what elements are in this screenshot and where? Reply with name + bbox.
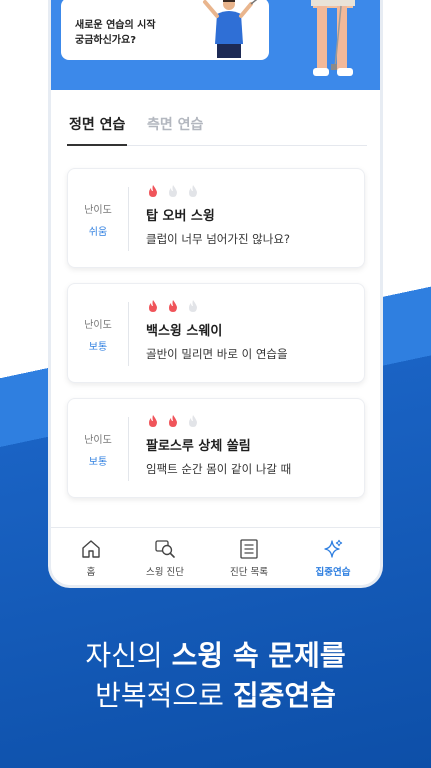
sparkle-icon bbox=[324, 539, 343, 558]
nav-label-diagnosis-list: 진단 목록 bbox=[230, 567, 268, 578]
card-title: 백스윙 스웨이 bbox=[146, 324, 223, 339]
practice-tabs: 정면 연습 측면 연습 bbox=[67, 114, 367, 146]
flame-icon-filled bbox=[149, 300, 157, 312]
card-title: 팔로스루 상체 쏠림 bbox=[146, 439, 251, 454]
slogan-line-1-emphasis: 스윙 속 문제를 bbox=[171, 639, 346, 672]
flame-icon-filled bbox=[169, 415, 177, 427]
nav-item-focused-practice[interactable]: 집중연습 bbox=[293, 538, 373, 578]
hero-banner[interactable]: 새로운 연습의 시작 궁금하신가요? bbox=[51, 0, 380, 90]
nav-item-swing-diagnosis[interactable]: 스윙 진단 bbox=[125, 538, 205, 578]
golfer-illustration-small bbox=[203, 0, 258, 58]
tab-side-practice[interactable]: 측면 연습 bbox=[147, 114, 203, 146]
slogan-line-2-lead: 반복적으로 bbox=[95, 679, 233, 712]
document-list-icon bbox=[240, 539, 258, 559]
slogan-line-1-lead: 자신의 bbox=[85, 639, 172, 672]
slogan-line-1: 자신의 스윙 속 문제를 bbox=[0, 636, 431, 676]
tab-front-practice[interactable]: 정면 연습 bbox=[67, 114, 128, 146]
difficulty-value: 보통 bbox=[88, 457, 108, 468]
flame-icon-filled bbox=[149, 415, 157, 427]
flame-icon-empty bbox=[189, 415, 197, 427]
bottom-navigation: 홈 스윙 진단 진단 목록 집중연습 bbox=[51, 527, 380, 585]
home-icon bbox=[82, 540, 100, 558]
nav-item-home[interactable]: 홈 bbox=[51, 538, 131, 578]
nav-label-focused-practice: 집중연습 bbox=[315, 567, 351, 578]
practice-card-backswing-sway[interactable]: 난이도 보통 백스윙 스웨이 골반이 밀리면 바로 이 연습을 bbox=[67, 283, 365, 383]
flame-icon-filled bbox=[149, 185, 157, 197]
promo-slogan: 자신의 스윙 속 문제를 반복적으로 집중연습 bbox=[0, 636, 431, 716]
difficulty-label: 난이도 bbox=[84, 320, 112, 331]
nav-item-diagnosis-list[interactable]: 진단 목록 bbox=[209, 538, 289, 578]
nav-label-home: 홈 bbox=[86, 567, 96, 578]
difficulty-flames bbox=[146, 298, 206, 312]
slogan-line-2: 반복적으로 집중연습 bbox=[0, 676, 431, 716]
hero-card[interactable]: 새로운 연습의 시작 궁금하신가요? bbox=[61, 0, 269, 60]
phone-frame: 새로운 연습의 시작 궁금하신가요? 정면 연습 측면 연습 난이도 쉬움 탑 … bbox=[48, 0, 383, 588]
card-title: 탑 오버 스윙 bbox=[146, 209, 215, 224]
hero-card-line-2: 궁금하신가요? bbox=[75, 35, 137, 46]
hero-card-text: 새로운 연습의 시작 궁금하신가요? bbox=[75, 18, 156, 48]
golfer-illustration-large bbox=[311, 0, 355, 76]
card-description: 클럽이 너무 넘어가진 않나요? bbox=[146, 232, 291, 246]
flame-icon-empty bbox=[189, 185, 197, 197]
flame-icon-empty bbox=[169, 185, 177, 197]
practice-card-top-over-swing[interactable]: 난이도 쉬움 탑 오버 스윙 클럽이 너무 넘어가진 않나요? bbox=[67, 168, 365, 268]
slogan-line-2-emphasis: 집중연습 bbox=[232, 679, 336, 712]
card-description: 임팩트 순간 몸이 같이 나갈 때 bbox=[146, 462, 292, 476]
difficulty-flames bbox=[146, 413, 206, 427]
difficulty-value: 쉬움 bbox=[88, 227, 108, 238]
flame-icon-empty bbox=[189, 300, 197, 312]
card-divider bbox=[128, 187, 129, 251]
practice-card-follow-through[interactable]: 난이도 보통 팔로스루 상체 쏠림 임팩트 순간 몸이 같이 나갈 때 bbox=[67, 398, 365, 498]
difficulty-label: 난이도 bbox=[84, 205, 112, 216]
card-description: 골반이 밀리면 바로 이 연습을 bbox=[146, 347, 288, 361]
difficulty-label: 난이도 bbox=[84, 435, 112, 446]
difficulty-flames bbox=[146, 183, 206, 197]
card-divider bbox=[128, 417, 129, 481]
card-divider bbox=[128, 302, 129, 366]
hero-card-line-1: 새로운 연습의 시작 bbox=[75, 20, 156, 31]
flame-icon-filled bbox=[169, 300, 177, 312]
swing-search-icon bbox=[155, 540, 175, 558]
difficulty-value: 보통 bbox=[88, 342, 108, 353]
nav-label-swing-diagnosis: 스윙 진단 bbox=[146, 567, 184, 578]
